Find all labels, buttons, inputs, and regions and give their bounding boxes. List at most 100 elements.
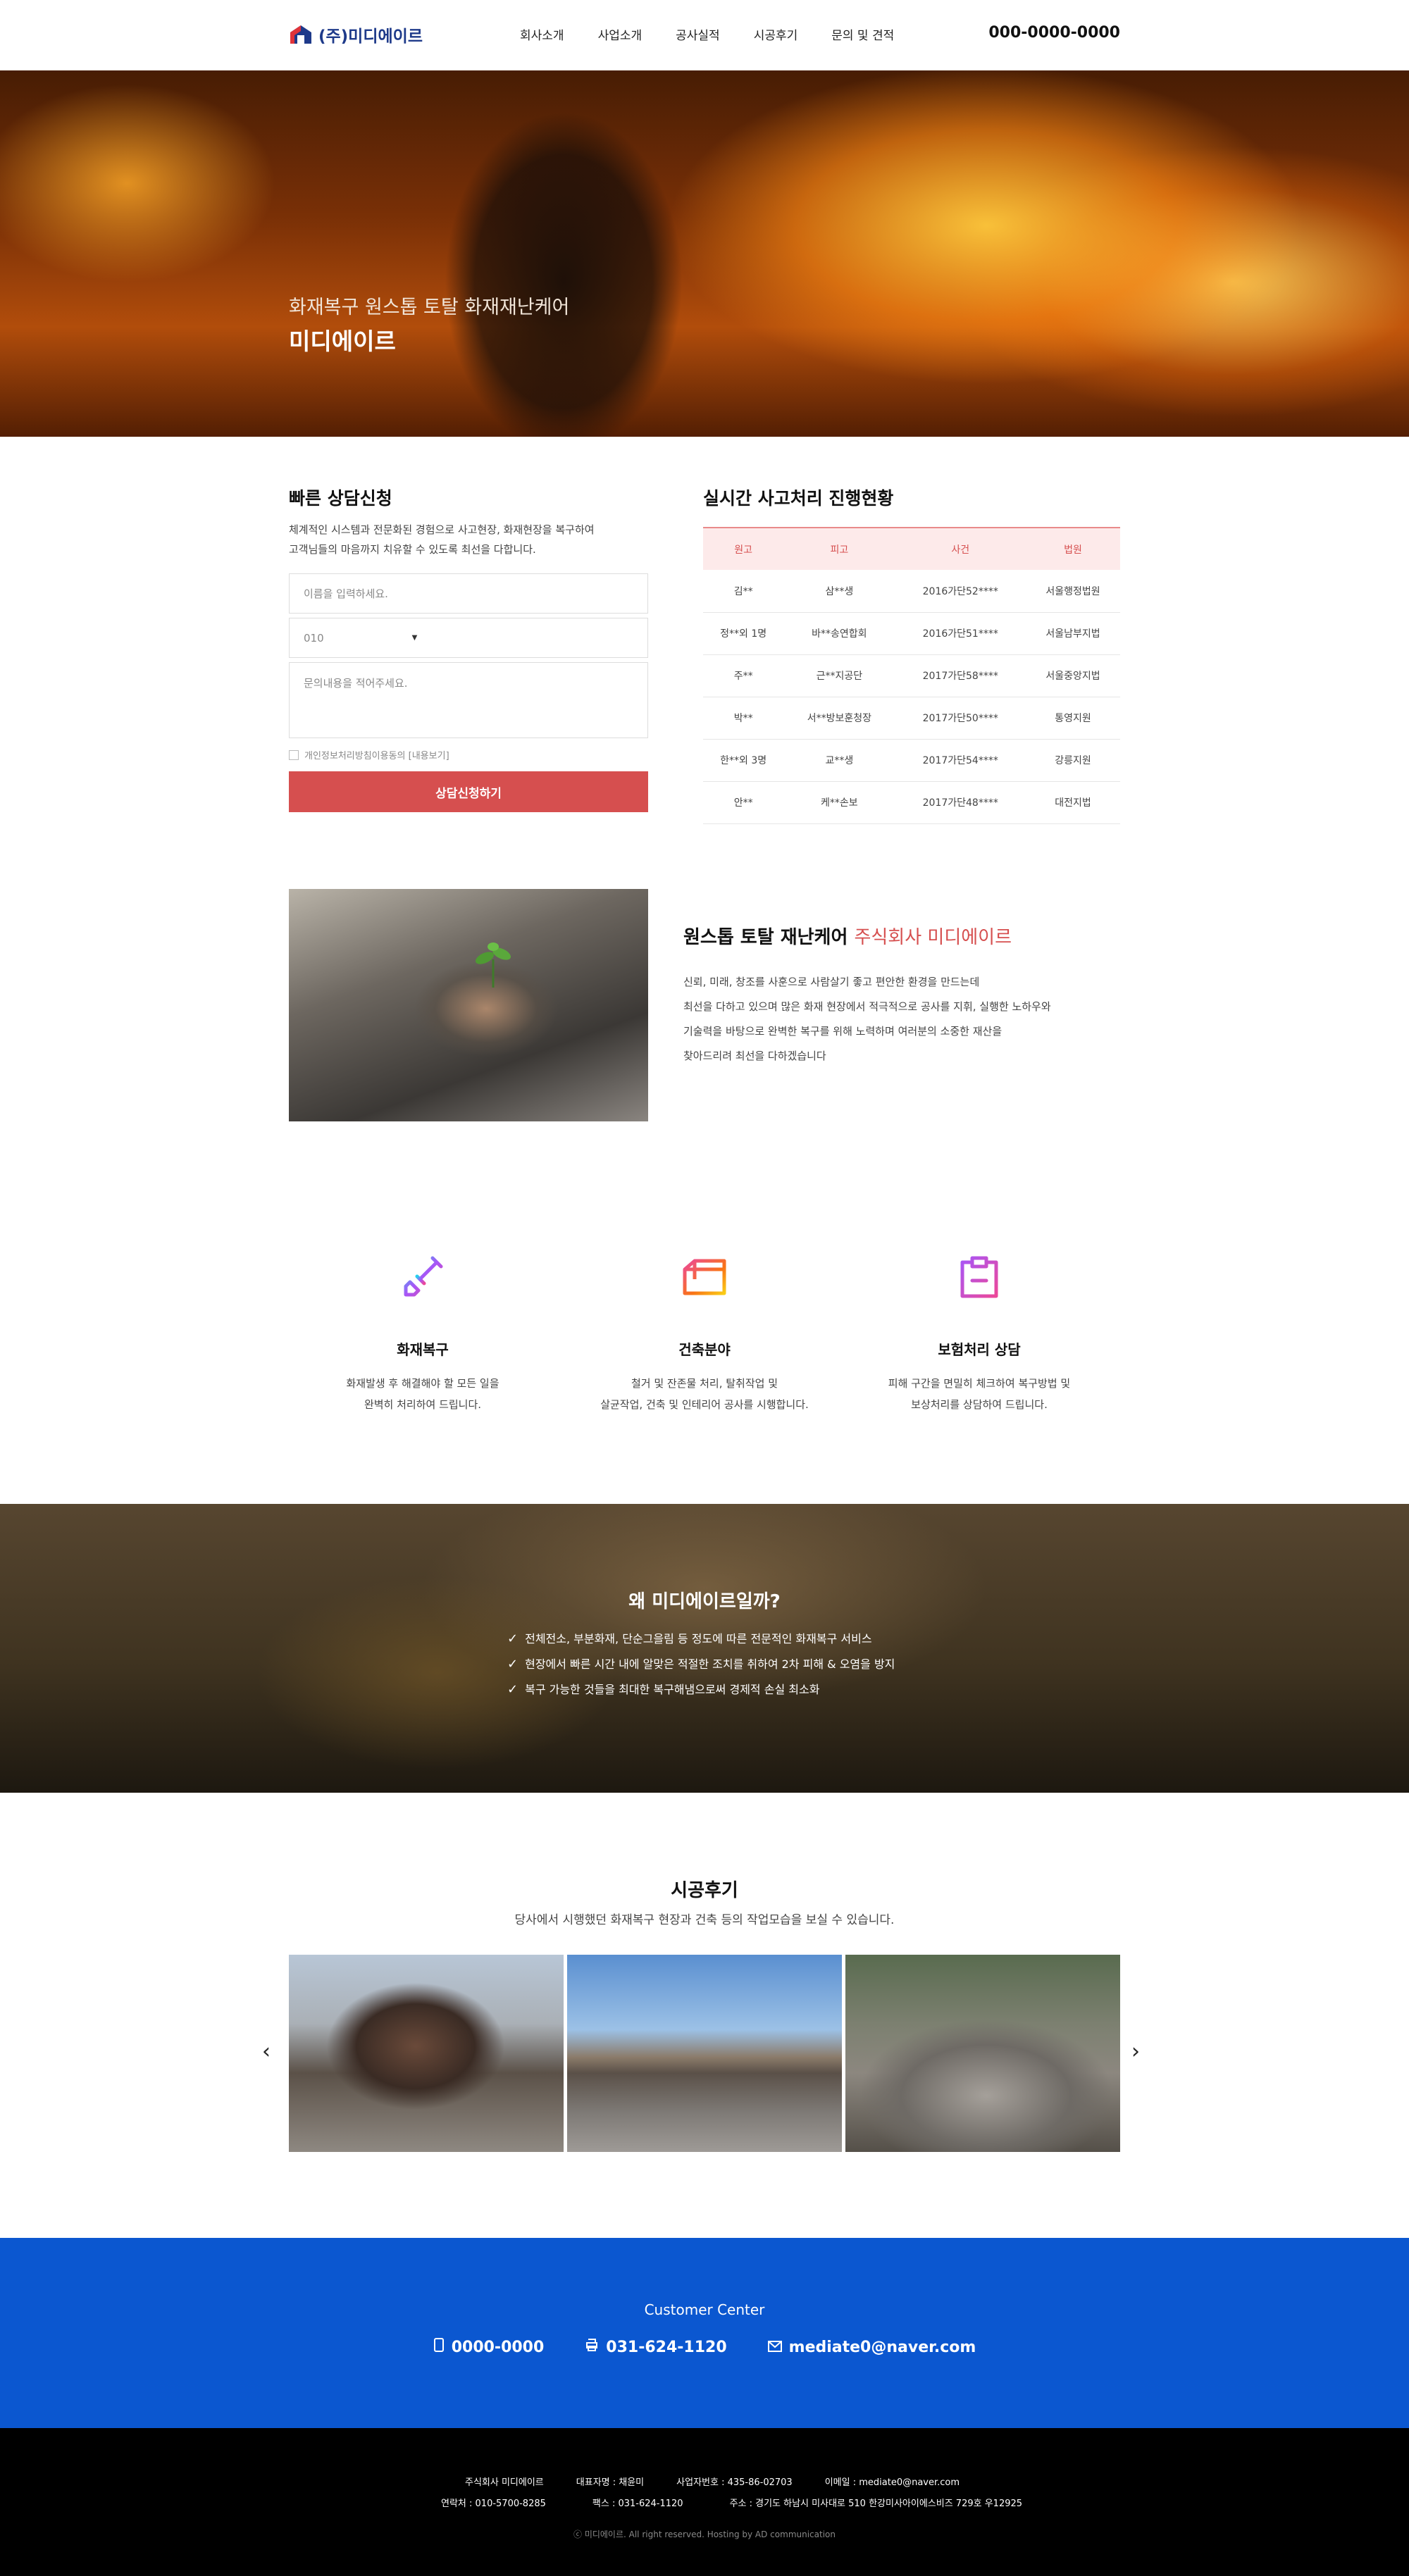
phone-prefix-select[interactable]: 010 ▼ [289, 618, 648, 658]
col-header: 피고 [783, 527, 895, 570]
submit-button[interactable]: 상담신청하기 [289, 771, 648, 812]
cc-phone-value: 0000-0000 [451, 2338, 545, 2356]
mail-icon [767, 2339, 782, 2356]
sprout-icon [475, 942, 511, 988]
consult-section: 빠른 상담신청 체계적인 시스템과 전문화된 경험으로 사고현장, 화재현장을 … [0, 437, 1409, 873]
about-text: 원스톱 토탈 재난케어 주식회사 미디에이르 신뢰, 미래, 창조를 사훈으로 … [683, 923, 1106, 1069]
footer-company: 주식회사 미디에이르 [465, 2477, 544, 2488]
footer-address: 주소 : 경기도 하남시 미사대로 510 한강미사아이에스비즈 729호 우1… [729, 2499, 1023, 2509]
about-section: 원스톱 토탈 재난케어 주식회사 미디에이르 신뢰, 미래, 창조를 사훈으로 … [0, 873, 1409, 1183]
table-row: 정**외 1명 바**송연합회 2016가단51**** 서울남부지법 [703, 612, 1120, 655]
why-item-text: 현장에서 빠른 시간 내에 알맞은 적절한 조치를 취하여 2차 피해 & 오염… [525, 1657, 895, 1671]
service-title: 화재복구 [397, 1341, 449, 1358]
consult-form: 빠른 상담신청 체계적인 시스템과 전문화된 경험으로 사고현장, 화재현장을 … [289, 485, 648, 812]
message-textarea[interactable]: 문의내용을 적어주세요. [289, 662, 648, 738]
about-desc: 신뢰, 미래, 창조를 사훈으로 사람살기 좋고 편안한 환경을 만드는데 최선… [683, 970, 1106, 1069]
table-cell: 서**방보훈청장 [783, 697, 895, 740]
table-cell: 2017가단54**** [895, 739, 1026, 782]
cc-fax-value: 031-624-1120 [606, 2338, 727, 2356]
agree-label[interactable]: 개인정보처리방침이용동의 [내용보기] [304, 748, 449, 761]
consult-title: 빠른 상담신청 [289, 488, 392, 509]
service-desc-line: 피해 구간을 면밀히 체크하여 복구방법 및 [888, 1377, 1071, 1390]
table-cell: 안** [703, 781, 784, 824]
table-cell: 바**송연합회 [783, 612, 895, 655]
col-header: 원고 [703, 527, 784, 570]
why-item-text: 전체전소, 부분화재, 단순그을림 등 정도에 따른 전문적인 화재복구 서비스 [525, 1632, 872, 1645]
review-image-debris[interactable] [845, 1955, 1120, 2152]
check-icon: ✓ [507, 1657, 519, 1672]
footer-contact: 연락처 : 010-5700-8285 [441, 2499, 546, 2509]
why-title: 왜 미디에이르일까? [628, 1591, 781, 1612]
review-image-burnt-building[interactable] [567, 1955, 842, 2152]
cc-email[interactable]: mediate0@naver.com [767, 2338, 976, 2356]
service-fire-restoration: 화재복구 화재발생 후 해결해야 할 모든 일을 완벽히 처리하여 드립니다. [289, 1251, 557, 1415]
review-image-burnt-house[interactable] [289, 1955, 564, 2152]
phone-icon [433, 2338, 445, 2356]
table-cell: 주** [703, 654, 784, 697]
agree-checkbox[interactable] [289, 749, 299, 760]
nav-item-inquiry[interactable]: 문의 및 견적 [831, 25, 894, 43]
service-title: 건축분야 [678, 1341, 731, 1358]
cc-phone[interactable]: 0000-0000 [433, 2338, 545, 2356]
why-section: 왜 미디에이르일까? ✓ 전체전소, 부분화재, 단순그을림 등 정도에 따른 … [0, 1504, 1409, 1793]
why-list: ✓ 전체전소, 부분화재, 단순그을림 등 정도에 따른 전문적인 화재복구 서… [507, 1626, 895, 1703]
table-cell: 박** [703, 697, 784, 740]
why-item: ✓ 전체전소, 부분화재, 단순그을림 등 정도에 따른 전문적인 화재복구 서… [507, 1626, 895, 1652]
table-cell: 2017가단48**** [895, 781, 1026, 824]
about-title: 원스톱 토탈 재난케어 주식회사 미디에이르 [683, 923, 1106, 949]
status-title: 실시간 사고처리 진행현황 [703, 488, 894, 509]
table-row: 박** 서**방보훈청장 2017가단50**** 통영지원 [703, 697, 1120, 740]
privacy-agree[interactable]: 개인정보처리방침이용동의 [내용보기] [289, 748, 648, 761]
chevron-right-icon[interactable]: › [1131, 2039, 1140, 2064]
consult-desc-line: 고객님들의 마음까지 치유할 수 있도록 최선을 다합니다. [289, 543, 536, 556]
chevron-left-icon[interactable]: ‹ [262, 2039, 271, 2064]
service-desc: 화재발생 후 해결해야 할 모든 일을 완벽히 처리하여 드립니다. [289, 1373, 557, 1415]
check-icon: ✓ [507, 1682, 519, 1697]
reviews-title: 시공후기 [671, 1880, 738, 1901]
status-table: 원고 피고 사건 법원 김** 삼**생 2016가단52**** 서울행정법원… [703, 527, 1120, 824]
table-cell: 통영지원 [1026, 697, 1120, 740]
main-nav: 회사소개 사업소개 공사실적 시공후기 문의 및 견적 [520, 25, 928, 43]
hero-title: 미디에이르 [289, 328, 396, 355]
table-cell: 케**손보 [783, 781, 895, 824]
service-desc-line: 화재발생 후 해결해야 할 모든 일을 [346, 1377, 499, 1390]
service-desc-line: 보상처리를 상담하여 드립니다. [911, 1398, 1048, 1411]
service-desc-line: 완벽히 처리하여 드립니다. [364, 1398, 482, 1411]
table-row: 안** 케**손보 2017가단48**** 대전지법 [703, 781, 1120, 824]
name-input[interactable]: 이름을 입력하세요. [289, 573, 648, 614]
service-desc: 피해 구간을 면밀히 체크하여 복구방법 및 보상처리를 상담하여 드립니다. [845, 1373, 1113, 1415]
about-desc-line: 최선을 다하고 있으며 많은 화재 현장에서 적극적으로 공사를 지휘, 실행한… [683, 1000, 1051, 1013]
hero-banner: 화재복구 원스톱 토탈 화재재난케어 미디에이르 [0, 70, 1409, 437]
shovel-icon [404, 1256, 443, 1297]
site-header: (주)미디에이르 회사소개 사업소개 공사실적 시공후기 문의 및 견적 000… [0, 0, 1409, 70]
nav-item-reviews[interactable]: 시공후기 [754, 25, 798, 43]
about-title-main: 원스톱 토탈 재난케어 [683, 927, 848, 948]
table-cell: 2017가단58**** [895, 654, 1026, 697]
footer-copyright: ⓒ 미디에이르. All right reserved. Hosting by … [573, 2530, 836, 2539]
customer-center: Customer Center 0000-0000 031-624-1120 m… [0, 2238, 1409, 2428]
table-cell: 2016가단52**** [895, 570, 1026, 613]
table-cell: 정**외 1명 [703, 612, 784, 655]
service-insurance: 보험처리 상담 피해 구간을 면밀히 체크하여 복구방법 및 보상처리를 상담하… [845, 1251, 1113, 1415]
footer-info-row: 연락처 : 010-5700-8285 팩스 : 031-624-1120 주소… [441, 2496, 1022, 2509]
reviews-section: 시공후기 당사에서 시행했던 화재복구 현장과 건축 등의 작업모습을 보실 수… [0, 1793, 1409, 2238]
service-desc-line: 철거 및 잔존물 처리, 탈취작업 및 [631, 1377, 778, 1390]
table-cell: 교**생 [783, 739, 895, 782]
nav-item-company[interactable]: 회사소개 [520, 25, 564, 43]
cc-fax[interactable]: 031-624-1120 [585, 2338, 727, 2356]
printer-icon [585, 2338, 599, 2356]
site-footer: 주식회사 미디에이르 대표자명 : 채윤미 사업자번호 : 435-86-027… [0, 2428, 1409, 2576]
nav-item-projects[interactable]: 공사실적 [676, 25, 720, 43]
nav-item-business[interactable]: 사업소개 [598, 25, 643, 43]
header-phone[interactable]: 000-0000-0000 [988, 24, 1120, 42]
service-desc-line: 살균작업, 건축 및 인테리어 공사를 시행합니다. [600, 1398, 809, 1411]
table-cell: 2017가단50**** [895, 697, 1026, 740]
box-icon [683, 1259, 726, 1295]
reviews-desc: 당사에서 시행했던 화재복구 현장과 건축 등의 작업모습을 보실 수 있습니다… [514, 1913, 895, 1927]
table-cell: 강릉지원 [1026, 739, 1120, 782]
clipboard-icon [960, 1256, 998, 1298]
logo-text: (주)미디에이르 [318, 27, 423, 46]
logo[interactable]: (주)미디에이르 [289, 23, 423, 46]
table-row: 김** 삼**생 2016가단52**** 서울행정법원 [703, 570, 1120, 613]
hero-firefighter-image [416, 70, 712, 437]
